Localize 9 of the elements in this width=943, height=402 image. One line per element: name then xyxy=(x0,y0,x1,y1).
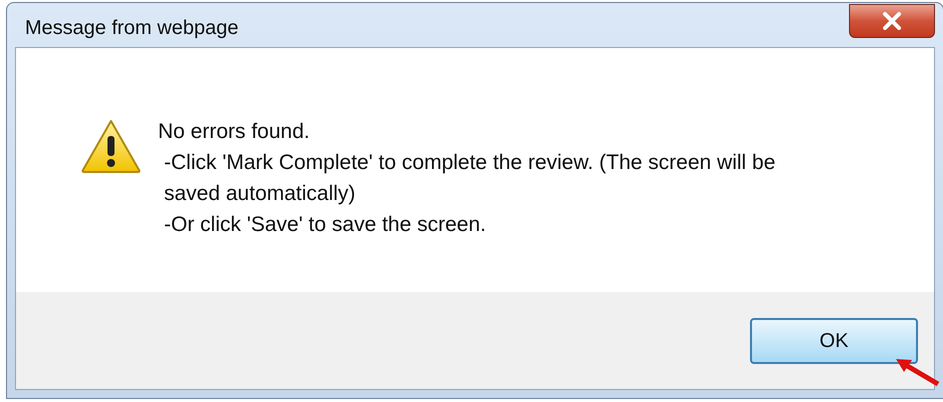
window-title: Message from webpage xyxy=(24,16,238,41)
warning-icon xyxy=(80,118,142,174)
message-text: No errors found. xyxy=(158,119,311,145)
ok-button[interactable]: OK xyxy=(750,318,918,364)
arrow-icon xyxy=(894,356,940,386)
close-icon xyxy=(882,12,902,30)
close-button[interactable] xyxy=(849,4,935,38)
message-text: -Click 'Mark Complete' to complete the review. (The screen will be saved automatically) xyxy=(163,150,776,207)
message-text: -Or click 'Save' to save the screen. xyxy=(163,212,487,238)
